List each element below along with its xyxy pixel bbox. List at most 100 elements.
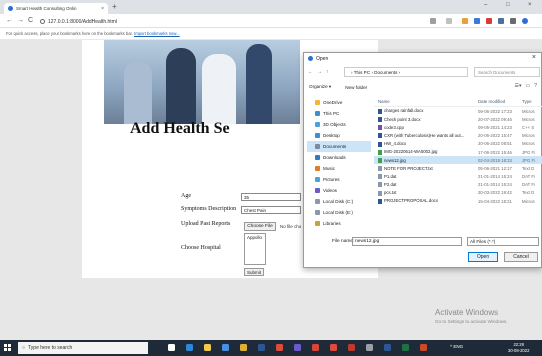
- file-row[interactable]: PROJECTPROPOSAL.docx 15-04-2022 18:21 Micr…: [374, 197, 542, 205]
- file-row[interactable]: code3.cpp 09-05-2021 14:23 C++ S: [374, 123, 542, 131]
- age-field[interactable]: 35: [241, 193, 301, 201]
- word-icon[interactable]: [258, 344, 265, 351]
- new-tab-button[interactable]: +: [112, 3, 117, 11]
- extension-icon[interactable]: [498, 18, 504, 24]
- choose-file-button[interactable]: Choose File: [244, 222, 276, 231]
- nav-item[interactable]: Pictures: [307, 174, 371, 185]
- profile-icon[interactable]: [522, 18, 528, 24]
- path-breadcrumb[interactable]: › This PC › Documents ›: [344, 67, 468, 77]
- extension-icon[interactable]: [462, 18, 468, 24]
- info-icon[interactable]: [40, 19, 45, 24]
- star-icon[interactable]: [446, 18, 452, 24]
- app-icon[interactable]: [330, 344, 337, 351]
- address-bar[interactable]: 127.0.0.1:8000/AddHealth.html: [40, 17, 420, 26]
- column-date-modified[interactable]: Date modified: [478, 99, 522, 104]
- dialog-close-button[interactable]: ×: [532, 54, 536, 61]
- open-button[interactable]: Open: [468, 252, 498, 262]
- maximize-button[interactable]: □: [506, 2, 510, 8]
- nav-item[interactable]: Local Disk (E:): [307, 207, 371, 218]
- import-bookmarks-link[interactable]: Import bookmarks now...: [134, 31, 180, 36]
- column-type[interactable]: Type: [522, 99, 542, 104]
- share-icon[interactable]: [430, 18, 436, 24]
- cancel-button[interactable]: Cancel: [504, 252, 538, 262]
- column-name[interactable]: Name: [374, 99, 478, 104]
- symptoms-field[interactable]: Chest Pain: [241, 206, 301, 214]
- file-row[interactable]: pcs.txt 20-03-2022 19:42 Text D: [374, 189, 542, 197]
- help-icon[interactable]: ?: [534, 83, 537, 89]
- nav-item[interactable]: Desktop: [307, 130, 371, 141]
- minimize-button[interactable]: –: [484, 2, 487, 8]
- file-row[interactable]: HW_4.docx 20-06-2022 08:51 Micros: [374, 140, 542, 148]
- hospital-label: Choose Hospital: [181, 245, 221, 251]
- app-icon[interactable]: [276, 344, 283, 351]
- file-icon: [378, 198, 382, 204]
- app-icon[interactable]: [366, 344, 373, 351]
- nav-item[interactable]: 3D Objects: [307, 119, 371, 130]
- powerpoint-icon[interactable]: [420, 344, 427, 351]
- hero-image: [104, 40, 300, 124]
- taskbar-search[interactable]: ○ Type here to search: [18, 342, 148, 354]
- task-view-icon[interactable]: [168, 344, 175, 351]
- hospital-option[interactable]: Appollo: [247, 235, 262, 240]
- nav-item-label: This PC: [323, 111, 340, 116]
- nav-item[interactable]: Libraries: [307, 218, 371, 229]
- nav-item[interactable]: Videos: [307, 185, 371, 196]
- app-icon[interactable]: [240, 344, 247, 351]
- file-date: 21-01-2014 15:24: [478, 182, 512, 188]
- file-row[interactable]: charges rainfall.docx 09-06-2022 17:23 Mic…: [374, 107, 542, 115]
- preview-pane-icon[interactable]: ▭: [525, 83, 530, 89]
- app-icon[interactable]: [348, 344, 355, 351]
- excel-icon[interactable]: [402, 344, 409, 351]
- forward-arrow-icon[interactable]: →: [317, 69, 322, 75]
- file-type: Micros: [522, 108, 535, 114]
- puzzle-icon[interactable]: [510, 18, 516, 24]
- nav-item[interactable]: OneDrive: [307, 97, 371, 108]
- nav-item[interactable]: Music: [307, 163, 371, 174]
- store-icon[interactable]: [222, 344, 229, 351]
- file-row[interactable]: news12.jpg 02-04-2019 18:33 JPG Fi: [374, 156, 542, 165]
- file-row[interactable]: CXR (with Tuberculosis)He wants all out.…: [374, 132, 542, 140]
- extension-icon[interactable]: [486, 18, 492, 24]
- app-icon[interactable]: [294, 344, 301, 351]
- file-date: 05-06-2021 12:17: [478, 165, 512, 171]
- up-arrow-icon[interactable]: ↑: [326, 69, 329, 75]
- close-window-button[interactable]: ×: [528, 2, 532, 8]
- nav-item[interactable]: Local Disk (C:): [307, 196, 371, 207]
- file-row[interactable]: NOTE FOR PROJECT.txt 05-06-2021 12:17 Text…: [374, 164, 542, 172]
- file-name-text: pcs.txt: [384, 190, 397, 196]
- nav-item[interactable]: This PC: [307, 108, 371, 119]
- reload-button[interactable]: C: [28, 16, 33, 26]
- start-windows-icon[interactable]: [4, 344, 11, 351]
- browser-tab[interactable]: Smart Health Consulting Onlin ×: [4, 3, 108, 14]
- submit-button[interactable]: Submit: [244, 268, 264, 276]
- file-explorer-icon[interactable]: [204, 344, 211, 351]
- close-tab-icon[interactable]: ×: [101, 6, 104, 12]
- file-name-field[interactable]: news12.jpg: [352, 237, 462, 246]
- edge-icon[interactable]: [186, 344, 193, 351]
- hospital-select[interactable]: Appollo: [244, 233, 266, 265]
- back-button[interactable]: ←: [6, 16, 13, 26]
- app-icon[interactable]: [384, 344, 391, 351]
- back-arrow-icon[interactable]: ←: [308, 69, 313, 75]
- clock[interactable]: 22:28 30-08-2022: [508, 342, 529, 353]
- file-row[interactable]: P2.dat 21-01-2014 15:24 DAT Fi: [374, 181, 542, 189]
- nav-item-label: Videos: [323, 188, 337, 193]
- url-text: 127.0.0.1:8000/AddHealth.html: [48, 18, 117, 25]
- file-name: HW_4.docx: [374, 141, 478, 147]
- nav-item[interactable]: Downloads: [307, 152, 371, 163]
- browser-toolbar: ← → C 127.0.0.1:8000/AddHealth.html: [0, 14, 542, 28]
- organize-menu[interactable]: Organize ▾: [309, 84, 331, 90]
- file-row[interactable]: P1.dat 21-01-2014 15:24 DAT Fi: [374, 173, 542, 181]
- new-folder-button[interactable]: New folder: [345, 85, 367, 90]
- nav-item[interactable]: Documents: [307, 141, 371, 152]
- file-row[interactable]: IMG-20220614-WA0002.jpg 17-06-2022 15:46 J…: [374, 148, 542, 156]
- file-type-select[interactable]: All Files (*.*): [467, 237, 539, 246]
- chrome-icon[interactable]: [312, 344, 319, 351]
- dialog-search-input[interactable]: Search Documents: [474, 67, 540, 77]
- extension-icon[interactable]: [474, 18, 480, 24]
- view-options-icon[interactable]: ☰▾: [514, 83, 521, 89]
- system-tray[interactable]: ^ ENG: [450, 344, 463, 349]
- file-row[interactable]: Check point 3.docx 20-07-2022 09:46 Micros: [374, 115, 542, 123]
- activate-windows-watermark: Activate Windows Go to Settings to activ…: [435, 308, 508, 324]
- forward-button[interactable]: →: [17, 16, 24, 26]
